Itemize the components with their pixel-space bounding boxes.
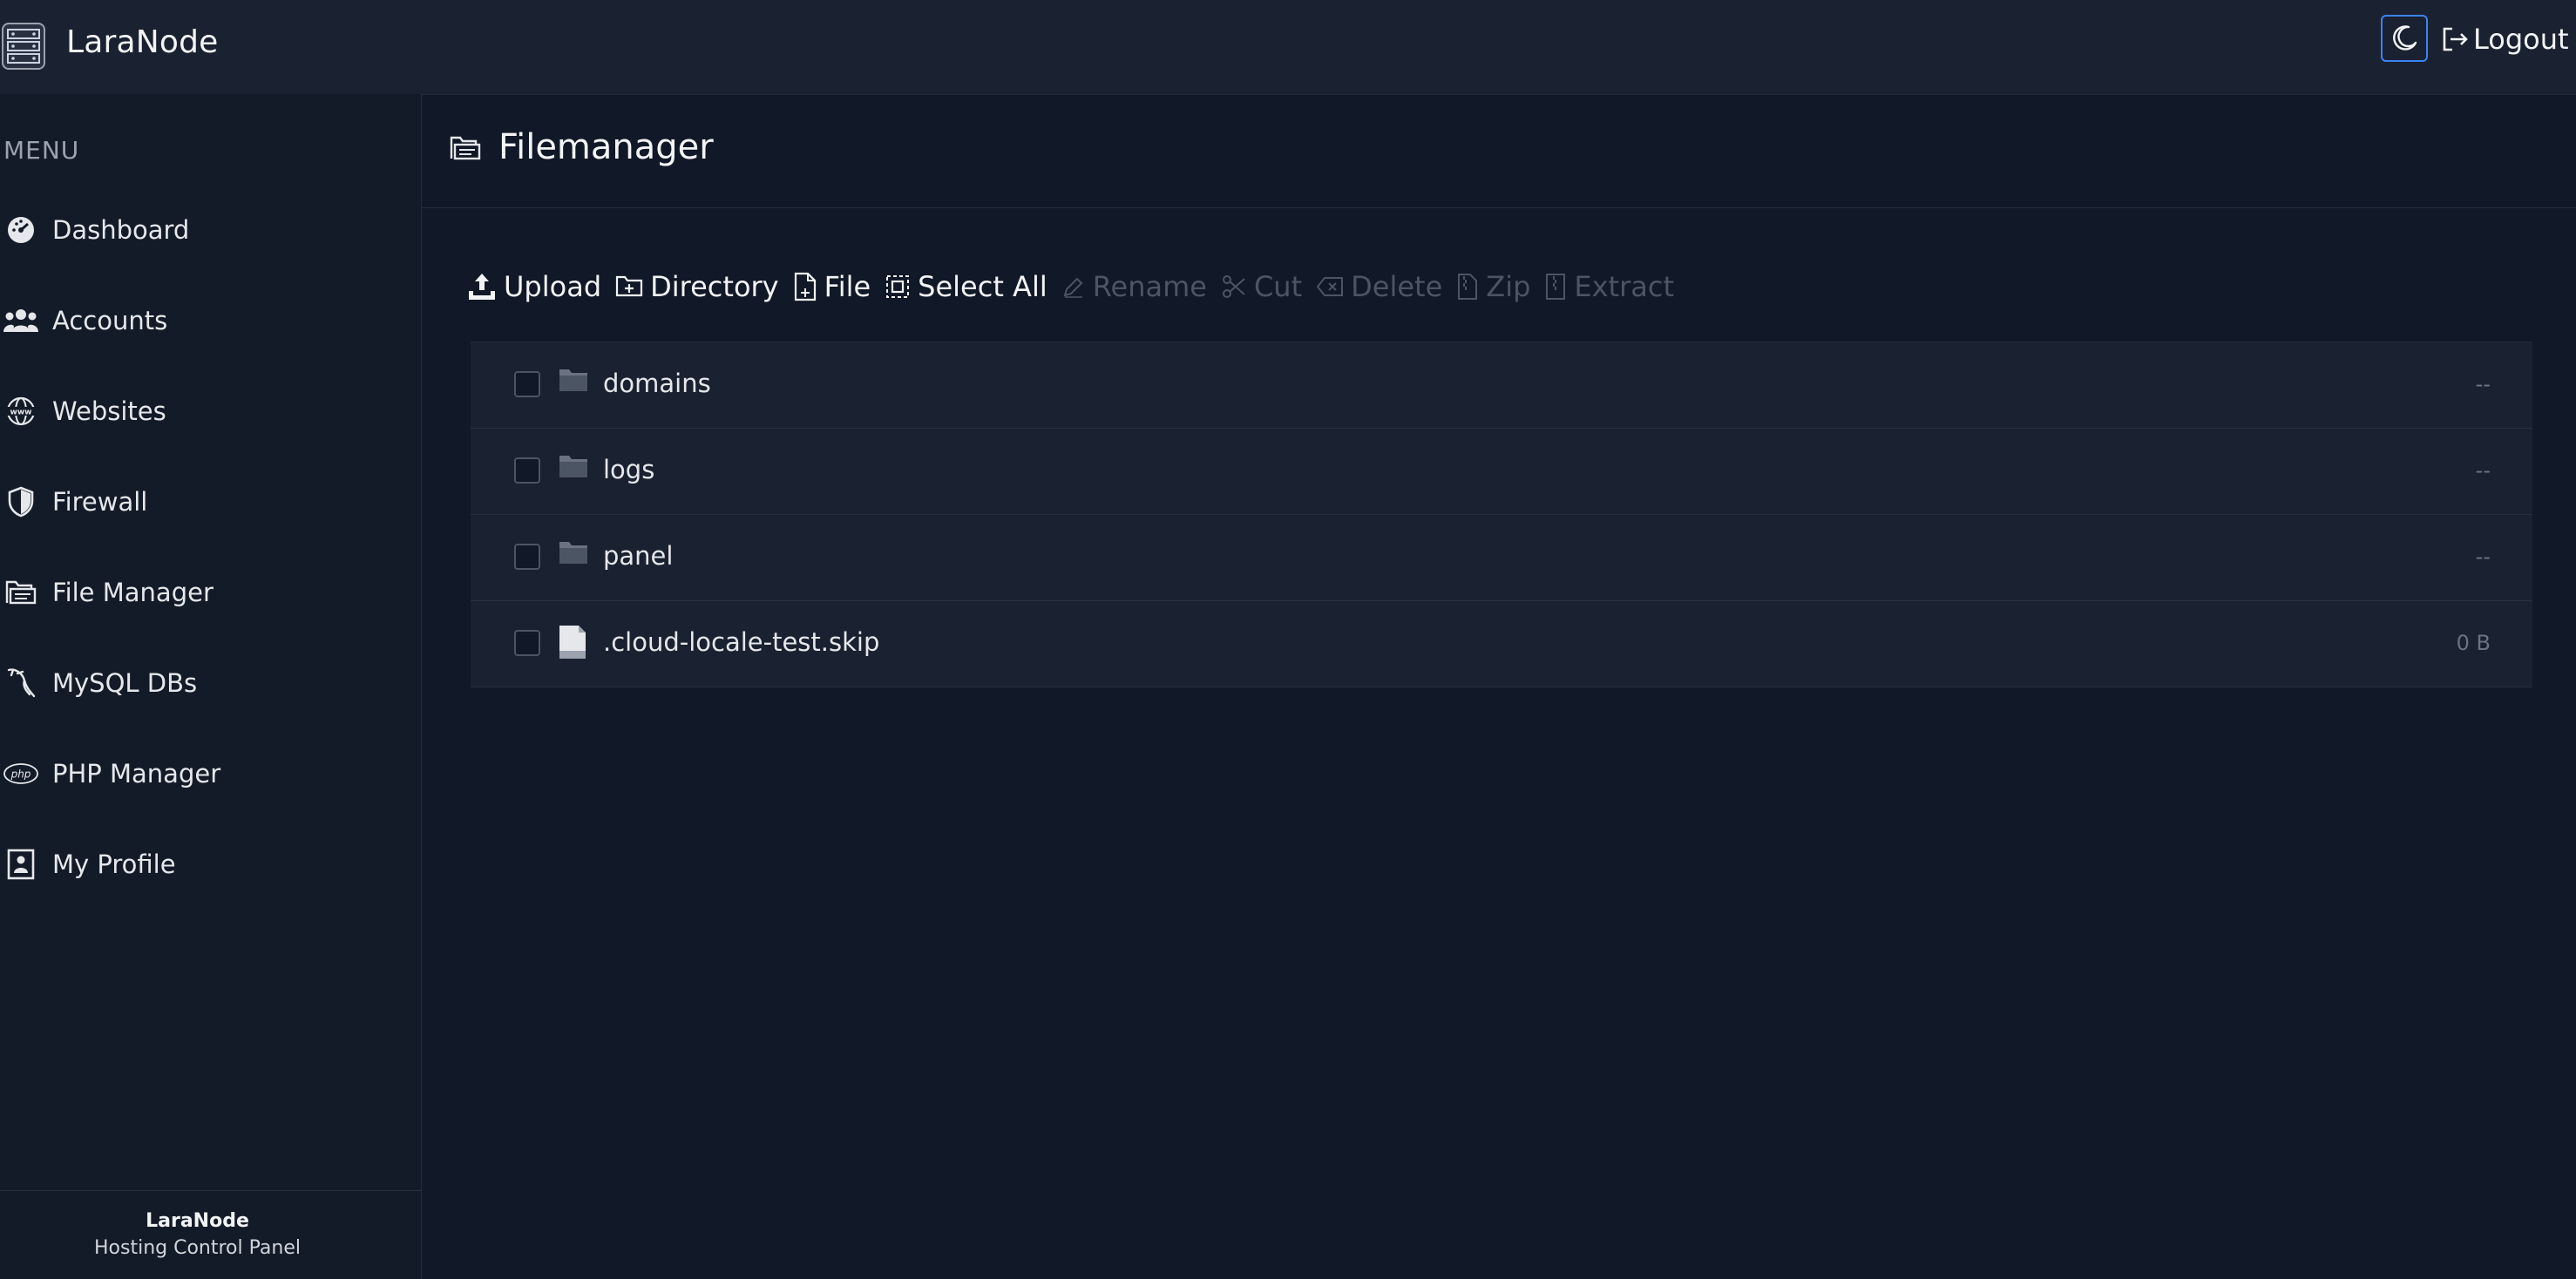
extract-label: Extract [1574, 270, 1674, 303]
shield-icon [3, 484, 38, 519]
folder-icon [558, 452, 589, 484]
menu-title: MENU [3, 136, 80, 165]
sidebar-item-my-profile[interactable]: My Profile [0, 819, 421, 910]
row-checkbox[interactable] [514, 630, 540, 656]
cut-button[interactable]: Cut [1221, 270, 1302, 303]
file-size: 0 B [2456, 631, 2491, 655]
file-size: -- [2475, 545, 2491, 569]
page-title: Filemanager [498, 127, 714, 167]
sidebar-item-websites[interactable]: www Websites [0, 366, 421, 457]
sidebar-footer: LaraNode Hosting Control Panel [0, 1190, 421, 1279]
file-row[interactable]: .cloud-locale-test.skip 0 B [471, 601, 2532, 687]
delete-button[interactable]: Delete [1316, 270, 1442, 303]
file-plus-icon [793, 272, 817, 301]
zip-label: Zip [1486, 270, 1531, 303]
file-name[interactable]: logs [603, 455, 654, 484]
extract-icon [1544, 273, 1567, 301]
page-header: Filemanager [422, 94, 2576, 208]
sidebar-item-label: File Manager [52, 578, 214, 607]
sidebar-item-label: My Profile [52, 849, 176, 879]
footer-title: LaraNode [146, 1210, 249, 1232]
sidebar: MENU Dashboard Accounts www Websites Fir… [0, 94, 422, 1279]
dark-mode-toggle[interactable] [2381, 15, 2428, 62]
zip-file-icon [1456, 273, 1479, 301]
file-name[interactable]: domains [603, 369, 711, 398]
row-checkbox[interactable] [514, 371, 540, 397]
sidebar-item-accounts[interactable]: Accounts [0, 275, 421, 366]
footer-subtitle: Hosting Control Panel [94, 1237, 301, 1259]
sidebar-item-php-manager[interactable]: php PHP Manager [0, 728, 421, 819]
extract-button[interactable]: Extract [1544, 270, 1674, 303]
file-name[interactable]: panel [603, 541, 673, 571]
select-all-icon [885, 274, 911, 300]
file-row[interactable]: domains -- [471, 342, 2532, 429]
delete-label: Delete [1351, 270, 1443, 303]
sidebar-item-label: Accounts [52, 306, 168, 335]
file-icon [558, 625, 587, 663]
main-content: Filemanager Upload Directory File Select… [422, 94, 2576, 1279]
gauge-icon [3, 213, 38, 247]
svg-text:www: www [10, 409, 32, 417]
file-size: -- [2475, 372, 2491, 396]
sidebar-item-label: MySQL DBs [52, 668, 198, 698]
folder-open-icon [450, 134, 481, 166]
scissors-icon [1221, 274, 1247, 300]
sidebar-item-firewall[interactable]: Firewall [0, 457, 421, 547]
sidebar-item-file-manager[interactable]: File Manager [0, 547, 421, 638]
server-rack-icon [2, 23, 45, 70]
zip-button[interactable]: Zip [1456, 270, 1530, 303]
rename-label: Rename [1092, 270, 1207, 303]
cut-label: Cut [1253, 270, 1303, 303]
row-checkbox[interactable] [514, 457, 540, 484]
users-icon [3, 303, 38, 338]
folder-icon [558, 366, 589, 397]
rename-button[interactable]: Rename [1061, 270, 1207, 303]
www-globe-icon: www [3, 394, 38, 429]
folder-plus-icon [615, 274, 643, 299]
upload-button[interactable]: Upload [467, 270, 601, 303]
sidebar-item-label: PHP Manager [52, 759, 221, 788]
sidebar-item-label: Firewall [52, 487, 148, 517]
select-all-button[interactable]: Select All [885, 270, 1047, 303]
profile-card-icon [3, 847, 38, 882]
php-icon: php [3, 756, 38, 791]
file-row[interactable]: logs -- [471, 429, 2532, 515]
file-toolbar: Upload Directory File Select All Rename [467, 265, 1688, 308]
logout-button[interactable]: Logout [2440, 19, 2569, 59]
new-directory-button[interactable]: Directory [615, 270, 779, 303]
sidebar-item-mysql-dbs[interactable]: MySQL DBs [0, 638, 421, 728]
folder-open-icon [3, 575, 38, 610]
logout-label: Logout [2473, 23, 2569, 56]
pencil-icon [1061, 274, 1086, 299]
upload-label: Upload [504, 270, 602, 303]
file-label: File [824, 270, 871, 303]
file-list: domains -- logs -- panel -- .cloud-local… [471, 342, 2532, 687]
folder-icon [558, 538, 589, 570]
sidebar-item-label: Websites [52, 396, 166, 426]
backspace-icon [1316, 275, 1344, 298]
sidebar-item-label: Dashboard [52, 215, 190, 245]
brand-name[interactable]: LaraNode [66, 24, 219, 60]
directory-label: Directory [650, 270, 779, 303]
logout-icon [2443, 27, 2468, 51]
file-size: -- [2475, 458, 2491, 483]
file-row[interactable]: panel -- [471, 515, 2532, 601]
row-checkbox[interactable] [514, 544, 540, 570]
new-file-button[interactable]: File [793, 270, 871, 303]
sidebar-item-dashboard[interactable]: Dashboard [0, 185, 421, 275]
top-bar: LaraNode Logout [0, 0, 2576, 95]
select-all-label: Select All [918, 270, 1047, 303]
svg-text:php: php [10, 768, 31, 781]
sidebar-nav: Dashboard Accounts www Websites Firewall… [0, 206, 421, 910]
upload-icon [467, 272, 497, 301]
file-name[interactable]: .cloud-locale-test.skip [603, 627, 879, 657]
dolphin-icon [3, 666, 38, 700]
moon-icon [2393, 25, 2417, 51]
